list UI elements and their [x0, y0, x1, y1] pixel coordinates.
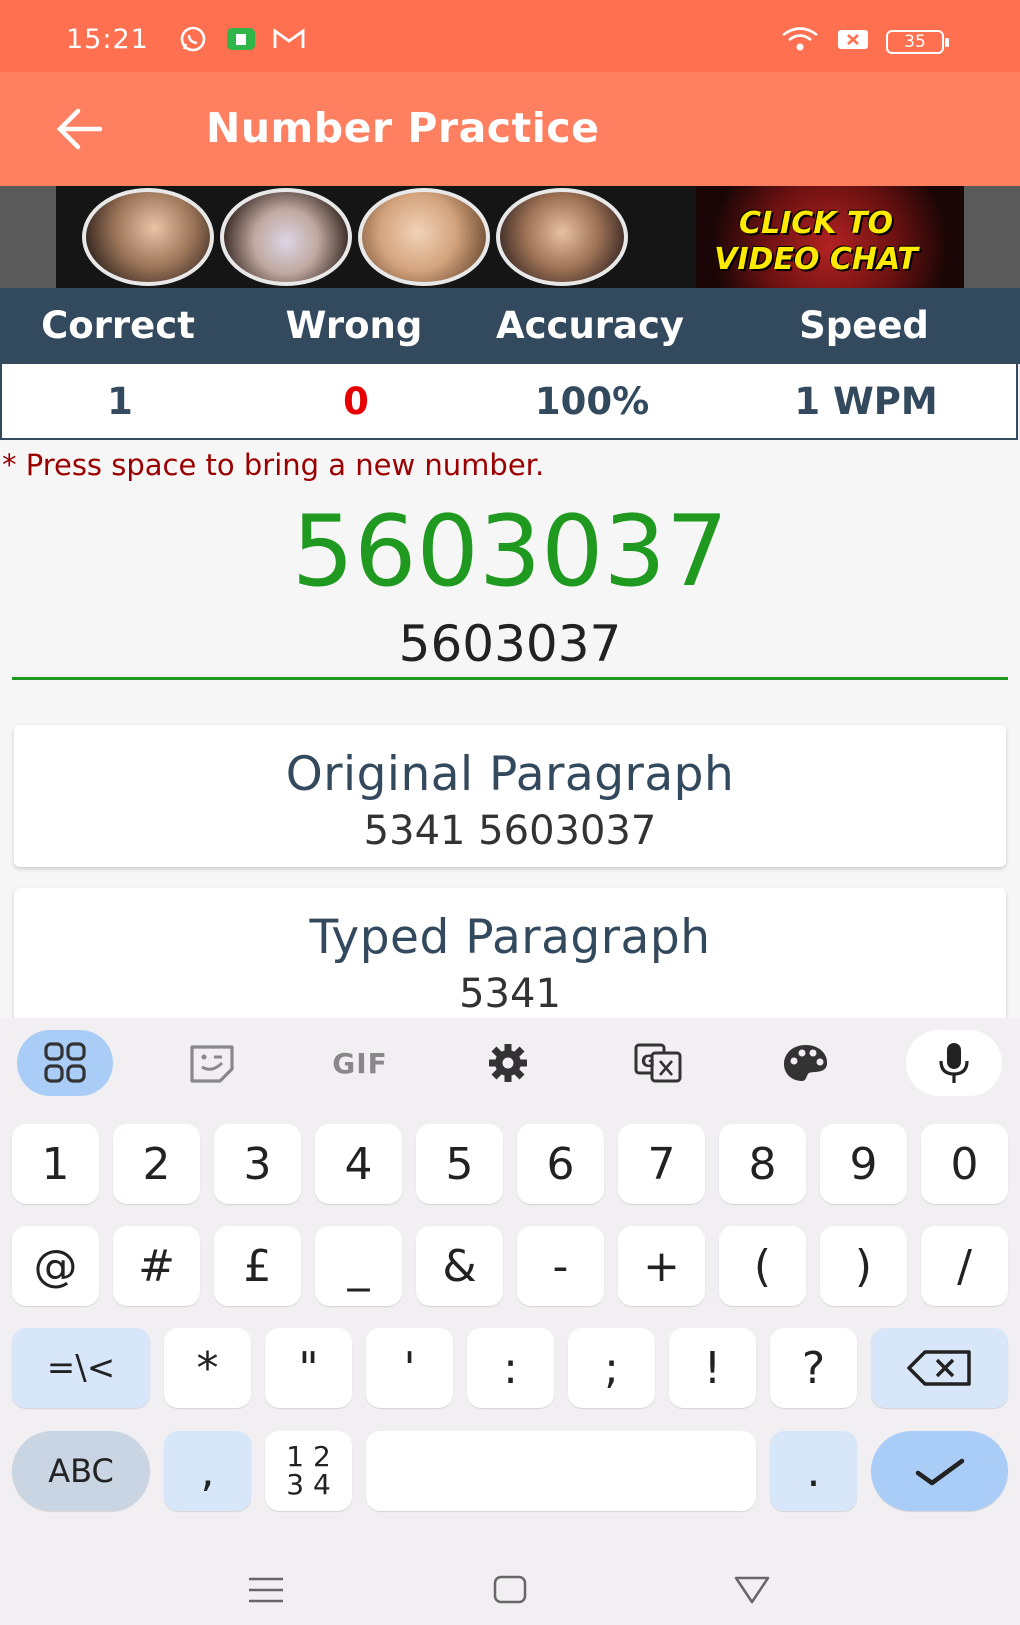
page-title: Number Practice — [206, 104, 600, 152]
stat-header-speed: Speed — [799, 304, 929, 347]
ad-text-line: VIDEO CHAT — [714, 242, 918, 277]
key-more-symbols[interactable]: =\< — [12, 1328, 150, 1408]
key-pound[interactable]: £ — [214, 1226, 301, 1306]
space-key[interactable] — [366, 1431, 756, 1511]
answer-input[interactable] — [12, 610, 1008, 680]
key-open-paren[interactable]: ( — [719, 1226, 806, 1306]
ad-banner[interactable]: CLICK TO VIDEO CHAT — [56, 186, 964, 288]
key-colon[interactable]: : — [467, 1328, 554, 1408]
target-number: 5603037 — [291, 495, 729, 609]
apps-button[interactable] — [17, 1030, 113, 1096]
microphone-icon — [939, 1043, 969, 1083]
key-slash[interactable]: / — [921, 1226, 1008, 1306]
translate-button[interactable]: G — [610, 1030, 706, 1096]
key-asterisk[interactable]: * — [164, 1328, 251, 1408]
stat-value-speed: 1 WPM — [794, 380, 938, 423]
ad-image — [358, 188, 490, 286]
keyboard: GIF G 1 2 3 4 5 6 7 8 9 0 @ # £ _ & - + … — [0, 1018, 1020, 1558]
card-text: 5341 — [459, 971, 561, 1017]
gmail-icon — [273, 28, 305, 48]
voice-input-button[interactable] — [906, 1030, 1002, 1096]
notification-icon — [227, 28, 255, 50]
stat-value-wrong: 0 — [343, 380, 369, 423]
gif-label: GIF — [332, 1046, 388, 1080]
key-hash[interactable]: # — [113, 1226, 200, 1306]
ad-image — [496, 188, 628, 286]
key-double-quote[interactable]: " — [265, 1328, 352, 1408]
key-8[interactable]: 8 — [719, 1124, 806, 1204]
numpad-label-bottom: 3 4 — [286, 1468, 331, 1501]
hint-text: * Press space to bring a new number. — [2, 448, 545, 482]
back-icon[interactable] — [730, 1568, 774, 1612]
ad-text: CLICK TO VIDEO CHAT — [686, 206, 946, 278]
svg-text:G: G — [641, 1052, 655, 1072]
stat-value-correct: 1 — [107, 380, 133, 423]
card-title: Typed Paragraph — [309, 910, 711, 965]
stat-header-wrong: Wrong — [285, 304, 423, 347]
abc-key[interactable]: ABC — [12, 1431, 150, 1511]
key-plus[interactable]: + — [618, 1226, 705, 1306]
key-5[interactable]: 5 — [416, 1124, 503, 1204]
key-period[interactable]: . — [770, 1431, 857, 1511]
wifi-icon — [782, 27, 818, 51]
backspace-icon — [906, 1350, 971, 1386]
original-paragraph-card: Original Paragraph 5341 5603037 — [14, 725, 1006, 867]
app-bar: Number Practice — [0, 72, 1020, 186]
key-single-quote[interactable]: ' — [366, 1328, 453, 1408]
settings-icon — [489, 1044, 527, 1082]
whatsapp-icon — [180, 26, 206, 52]
key-minus[interactable]: - — [517, 1226, 604, 1306]
status-bar: 15:21 35 — [0, 0, 1020, 72]
stat-header-correct: Correct — [41, 304, 195, 347]
sticker-button[interactable] — [164, 1030, 260, 1096]
key-exclamation[interactable]: ! — [669, 1328, 756, 1408]
settings-button[interactable] — [460, 1030, 556, 1096]
stats-values: 1 0 100% 1 WPM — [0, 364, 1018, 440]
key-0[interactable]: 0 — [921, 1124, 1008, 1204]
sim-icon — [838, 30, 868, 49]
ad-container: CLICK TO VIDEO CHAT — [0, 186, 1020, 288]
sticker-icon — [190, 1045, 234, 1083]
key-2[interactable]: 2 — [113, 1124, 200, 1204]
card-title: Original Paragraph — [285, 747, 735, 802]
status-time: 15:21 — [66, 24, 149, 55]
key-ampersand[interactable]: & — [416, 1226, 503, 1306]
key-at[interactable]: @ — [12, 1226, 99, 1306]
ad-text-line: CLICK TO — [739, 206, 893, 241]
apps-icon — [44, 1042, 86, 1083]
stats-header: Correct Wrong Accuracy Speed — [0, 288, 1020, 364]
card-text: 5341 5603037 — [363, 808, 657, 854]
key-1[interactable]: 1 — [12, 1124, 99, 1204]
arrow-left-icon[interactable] — [52, 106, 106, 152]
key-9[interactable]: 9 — [820, 1124, 907, 1204]
key-underscore[interactable]: _ — [315, 1226, 402, 1306]
battery-icon: 35 — [886, 30, 949, 54]
typed-paragraph-card: Typed Paragraph 5341 — [14, 888, 1006, 1018]
translate-icon: G — [634, 1043, 682, 1083]
home-icon[interactable] — [488, 1568, 532, 1612]
key-semicolon[interactable]: ; — [568, 1328, 655, 1408]
enter-key[interactable] — [871, 1431, 1008, 1511]
key-question[interactable]: ? — [770, 1328, 857, 1408]
ad-image — [220, 188, 352, 286]
stat-header-accuracy: Accuracy — [495, 304, 685, 347]
key-4[interactable]: 4 — [315, 1124, 402, 1204]
checkmark-icon — [915, 1458, 964, 1486]
menu-icon[interactable] — [244, 1568, 288, 1612]
palette-icon — [784, 1045, 828, 1081]
key-6[interactable]: 6 — [517, 1124, 604, 1204]
key-7[interactable]: 7 — [618, 1124, 705, 1204]
key-comma[interactable]: , — [164, 1431, 251, 1511]
backspace-key[interactable] — [871, 1328, 1008, 1408]
navigation-bar — [0, 1558, 1020, 1625]
practice-area: * Press space to bring a new number. 560… — [0, 440, 1020, 1018]
ad-image — [82, 188, 214, 286]
key-close-paren[interactable]: ) — [820, 1226, 907, 1306]
key-3[interactable]: 3 — [214, 1124, 301, 1204]
palette-button[interactable] — [758, 1030, 854, 1096]
stat-value-accuracy: 100% — [534, 380, 650, 423]
gif-button[interactable]: GIF — [312, 1030, 408, 1096]
numpad-label-top: 1 2 — [286, 1440, 331, 1473]
numpad-key[interactable]: 1 2 3 4 — [265, 1431, 352, 1511]
